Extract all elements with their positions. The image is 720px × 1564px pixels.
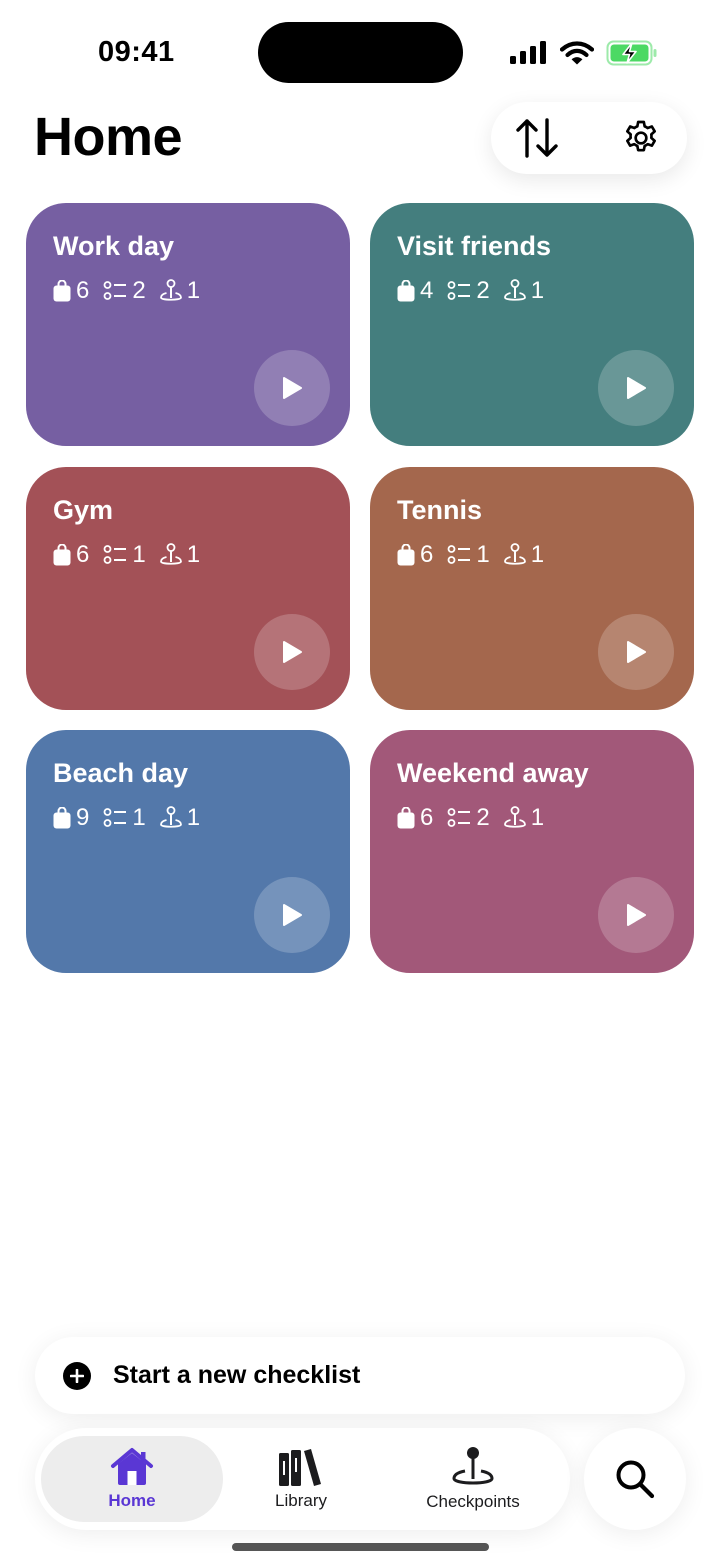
card-title: Gym xyxy=(53,495,114,525)
checklist-icon xyxy=(447,808,471,827)
bag-icon xyxy=(53,807,71,829)
checklist-icon xyxy=(103,281,127,300)
books-icon xyxy=(279,1449,321,1486)
tab-bar: Home Library Checkpoints xyxy=(35,1428,570,1530)
card-meta: 4 2 1 xyxy=(397,277,558,304)
play-icon xyxy=(627,641,646,663)
item-count: 6 xyxy=(420,804,434,831)
cellular-signal-icon xyxy=(510,41,546,64)
status-bar: 09:41 xyxy=(0,0,720,96)
card-meta: 6 2 1 xyxy=(397,804,558,831)
item-count: 6 xyxy=(76,541,90,568)
tab-label: Home xyxy=(108,1491,156,1510)
card-meta: 6 1 1 xyxy=(53,541,214,568)
plus-circle-icon xyxy=(63,1361,91,1390)
play-icon xyxy=(283,377,302,399)
tab-checkpoints[interactable]: Checkpoints xyxy=(390,1436,556,1522)
play-icon xyxy=(283,904,302,926)
gear-icon xyxy=(626,120,656,152)
checklist-card[interactable]: Gym 6 1 1 xyxy=(26,467,350,710)
checklist-card[interactable]: Beach day 9 1 1 xyxy=(26,730,350,973)
checkpoint-count: 1 xyxy=(186,277,201,304)
checklist-card[interactable]: Weekend away 6 2 1 xyxy=(370,730,694,973)
card-meta: 6 2 1 xyxy=(53,277,214,304)
checkpoint-pin-icon xyxy=(159,806,182,828)
card-title: Tennis xyxy=(397,495,483,525)
bag-icon xyxy=(53,280,71,302)
list-count: 2 xyxy=(132,277,146,304)
checkpoint-count: 1 xyxy=(186,804,201,831)
search-button[interactable] xyxy=(584,1428,686,1530)
search-icon xyxy=(616,1460,655,1499)
play-button[interactable] xyxy=(598,614,674,690)
settings-button[interactable] xyxy=(617,114,665,162)
checkpoint-pin-icon xyxy=(159,279,182,301)
checkpoint-count: 1 xyxy=(530,541,545,568)
checkpoint-pin-icon xyxy=(452,1447,494,1485)
checkpoint-pin-icon xyxy=(503,543,526,565)
play-button[interactable] xyxy=(598,350,674,426)
checkpoint-pin-icon xyxy=(159,543,182,565)
play-button[interactable] xyxy=(598,877,674,953)
list-count: 1 xyxy=(132,804,146,831)
list-count: 2 xyxy=(476,277,490,304)
checkpoint-pin-icon xyxy=(503,279,526,301)
list-count: 1 xyxy=(132,541,146,568)
card-title: Work day xyxy=(53,231,175,261)
card-title: Beach day xyxy=(53,758,189,788)
checklist-icon xyxy=(103,545,127,564)
home-indicator xyxy=(232,1543,489,1551)
checklist-card[interactable]: Work day 6 2 1 xyxy=(26,203,350,446)
tab-label: Checkpoints xyxy=(426,1492,520,1511)
page-title: Home xyxy=(34,107,183,167)
new-checklist-button[interactable]: Start a new checklist xyxy=(35,1337,685,1414)
play-icon xyxy=(627,904,646,926)
checklist-icon xyxy=(447,281,471,300)
checklist-card[interactable]: Visit friends 4 2 1 xyxy=(370,203,694,446)
battery-charging-icon xyxy=(606,40,657,66)
checkpoint-pin-icon xyxy=(503,806,526,828)
bag-icon xyxy=(397,544,415,566)
tab-home[interactable]: Home xyxy=(41,1436,223,1522)
house-icon xyxy=(111,1448,153,1485)
dynamic-island xyxy=(258,22,463,83)
status-time: 09:41 xyxy=(98,36,175,68)
bag-icon xyxy=(397,807,415,829)
sort-button[interactable] xyxy=(513,114,561,162)
play-button[interactable] xyxy=(254,877,330,953)
checkpoint-count: 1 xyxy=(186,541,201,568)
new-checklist-label: Start a new checklist xyxy=(113,1361,361,1389)
bag-icon xyxy=(53,544,71,566)
item-count: 6 xyxy=(76,277,90,304)
item-count: 9 xyxy=(76,804,90,831)
wifi-icon xyxy=(560,40,594,64)
sort-arrows-icon xyxy=(516,118,558,158)
checklist-icon xyxy=(447,545,471,564)
list-count: 2 xyxy=(476,804,490,831)
play-button[interactable] xyxy=(254,350,330,426)
play-icon xyxy=(627,377,646,399)
checkpoint-count: 1 xyxy=(530,277,545,304)
card-meta: 6 1 1 xyxy=(397,541,558,568)
checklist-card[interactable]: Tennis 6 1 1 xyxy=(370,467,694,710)
play-button[interactable] xyxy=(254,614,330,690)
card-title: Visit friends xyxy=(397,231,552,261)
bag-icon xyxy=(397,280,415,302)
play-icon xyxy=(283,641,302,663)
checklist-icon xyxy=(103,808,127,827)
tab-label: Library xyxy=(275,1491,327,1510)
card-title: Weekend away xyxy=(397,758,589,788)
card-meta: 9 1 1 xyxy=(53,804,214,831)
list-count: 1 xyxy=(476,541,490,568)
checkpoint-count: 1 xyxy=(530,804,545,831)
status-icons xyxy=(510,38,658,68)
tab-library[interactable]: Library xyxy=(220,1436,382,1522)
item-count: 4 xyxy=(420,277,434,304)
header-actions xyxy=(491,102,687,174)
item-count: 6 xyxy=(420,541,434,568)
